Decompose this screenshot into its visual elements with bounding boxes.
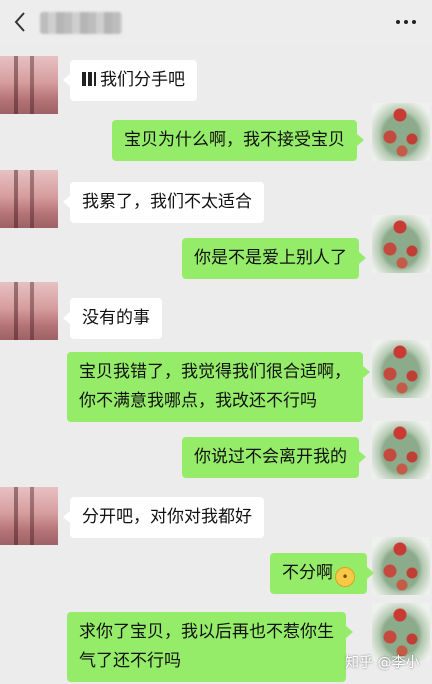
back-arrow-icon[interactable] — [10, 9, 32, 35]
message-bubble-right[interactable]: 宝贝为什么啊，我不接受宝贝 — [112, 120, 364, 161]
message-text: 我们分手吧 — [100, 70, 185, 90]
message-text: 我累了，我们不太适合 — [82, 192, 252, 212]
chat-header — [0, 0, 432, 46]
avatar-left[interactable] — [0, 170, 58, 228]
message-text-line: 气了还不行吗 — [79, 651, 181, 671]
avatar-right[interactable] — [372, 421, 430, 479]
message-bubble-left[interactable]: 没有的事 — [63, 298, 162, 339]
message-text: 没有的事 — [82, 308, 150, 328]
message-text: 不分啊 — [282, 563, 333, 583]
message-bubble-right[interactable]: 你说过不会离开我的 — [182, 437, 366, 478]
more-icon[interactable] — [395, 18, 417, 26]
avatar-left[interactable] — [0, 487, 58, 545]
message-text: 宝贝为什么啊，我不接受宝贝 — [124, 130, 345, 150]
message-text-line: 求你了宝贝，我以后再也不惹你生 — [79, 622, 334, 642]
crying-emoji-icon: • — [335, 567, 355, 587]
message-text: 分开吧，对你对我都好 — [82, 507, 252, 527]
avatar-left[interactable] — [0, 282, 58, 340]
message-bubble-left[interactable]: 我们分手吧 — [63, 60, 197, 101]
message-bubble-right[interactable]: 你是不是爱上别人了 — [182, 238, 366, 279]
message-text: 你说过不会离开我的 — [194, 447, 347, 467]
message-bubble-right[interactable]: 宝贝我错了，我觉得我们很合适啊， 你不满意我哪点，我改还不行吗 — [67, 352, 370, 422]
chat-title-blurred — [40, 12, 122, 34]
message-text: 你是不是爱上别人了 — [194, 248, 347, 268]
message-bubble-right[interactable]: 求你了宝贝，我以后再也不惹你生 气了还不行吗 — [67, 612, 353, 682]
avatar-left[interactable] — [0, 56, 58, 114]
zhihu-watermark: 知乎 @李小 — [345, 655, 420, 671]
avatar-right[interactable] — [372, 103, 430, 161]
message-bubble-right[interactable]: 不分啊 • — [270, 553, 374, 594]
avatar-right[interactable] — [372, 537, 430, 595]
avatar-right[interactable] — [372, 340, 430, 398]
message-text-line: 你不满意我哪点，我改还不行吗 — [79, 391, 317, 411]
message-text-line: 宝贝我错了，我觉得我们很合适啊， — [79, 362, 351, 382]
avatar-right[interactable] — [372, 215, 430, 273]
message-bubble-left[interactable]: 分开吧，对你对我都好 — [63, 497, 264, 538]
blurred-icon — [82, 72, 96, 86]
message-bubble-left[interactable]: 我累了，我们不太适合 — [63, 182, 264, 223]
